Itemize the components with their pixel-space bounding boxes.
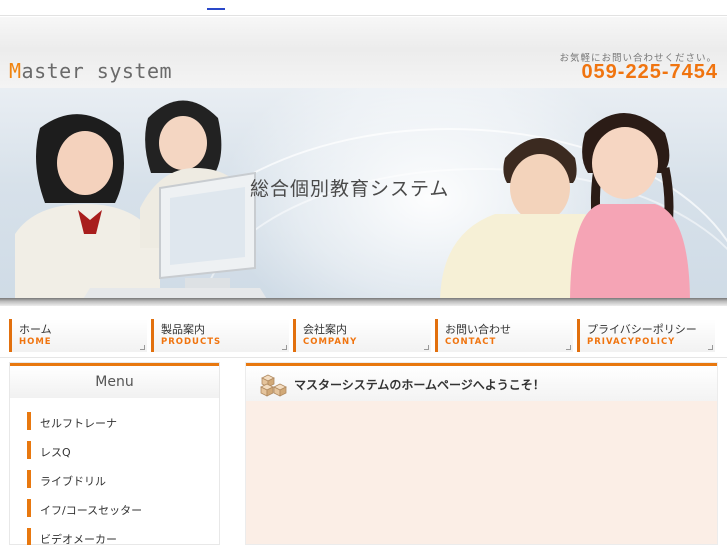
nav-label-en: PRIVACYPOLICY xyxy=(587,337,676,347)
site-header: Master system お気軽にお問い合わせください。 059-225-74… xyxy=(0,17,727,88)
nav-item-privacy[interactable]: プライバシーポリシー PRIVACYPOLICY xyxy=(577,319,715,352)
nav-label-jp: ホーム xyxy=(19,323,52,336)
sidebar-item-video-maker[interactable]: ビデオメーカー xyxy=(27,528,207,545)
main-title: マスターシステムのホームページへようこそ！ xyxy=(294,378,545,392)
hero-banner: 総合個別教育システム xyxy=(0,88,727,304)
hero-shadow xyxy=(0,298,727,306)
nav-label-jp: お問い合わせ xyxy=(445,323,511,336)
sidebar-menu: Menu セルフトレーナ レスQ ライブドリル イフ/コースセッター ビデオメー… xyxy=(9,362,220,545)
nav-label-jp: 会社案内 xyxy=(303,323,347,336)
nav-item-contact[interactable]: お問い合わせ CONTACT xyxy=(435,319,573,352)
nav-item-home[interactable]: ホーム HOME xyxy=(9,319,147,352)
logo-text: aster system xyxy=(21,59,173,83)
menu-bullet-icon xyxy=(27,470,31,488)
logo-initial: M xyxy=(9,59,22,83)
sidebar-item-label: セルフトレーナ xyxy=(40,417,117,430)
corner-mark-icon xyxy=(140,345,145,350)
main-header: マスターシステムのホームページへようこそ！ xyxy=(246,363,717,401)
sidebar-item-label: イフ/コースセッター xyxy=(40,504,143,517)
site-logo[interactable]: Master system xyxy=(9,59,172,83)
menu-title: Menu xyxy=(95,374,134,390)
nav-item-products[interactable]: 製品案内 PRODUCTS xyxy=(151,319,289,352)
main-nav: ホーム HOME 製品案内 PRODUCTS 会社案内 COMPANY お問い合… xyxy=(0,313,727,358)
nav-label-en: COMPANY xyxy=(303,337,358,347)
sidebar-item-course-setter[interactable]: イフ/コースセッター xyxy=(27,499,207,517)
corner-mark-icon xyxy=(282,345,287,350)
menu-bullet-icon xyxy=(27,528,31,545)
sidebar-item-resq[interactable]: レスQ xyxy=(27,441,207,459)
nav-item-company[interactable]: 会社案内 COMPANY xyxy=(293,319,431,352)
sidebar-item-label: ライブドリル xyxy=(40,475,106,488)
corner-mark-icon xyxy=(566,345,571,350)
sidebar-item-self-trainer[interactable]: セルフトレーナ xyxy=(27,412,207,430)
nav-label-jp: プライバシーポリシー xyxy=(587,323,697,336)
phone-number: 059-225-7454 xyxy=(581,61,718,83)
main-content: マスターシステムのホームページへようこそ！ xyxy=(245,362,718,545)
sidebar-item-label: ビデオメーカー xyxy=(40,533,117,545)
sidebar-item-label: レスQ xyxy=(40,446,71,459)
menu-bullet-icon xyxy=(27,441,31,459)
student-girl-right xyxy=(570,113,690,304)
top-link[interactable] xyxy=(207,8,225,10)
menu-bullet-icon xyxy=(27,412,31,430)
menu-header: Menu xyxy=(10,363,219,398)
boxes-icon xyxy=(260,374,287,397)
nav-label-en: PRODUCTS xyxy=(161,337,222,347)
nav-label-en: CONTACT xyxy=(445,337,497,347)
student-girl-left xyxy=(15,114,160,304)
menu-bullet-icon xyxy=(27,499,31,517)
corner-mark-icon xyxy=(708,345,713,350)
top-bar xyxy=(0,0,727,16)
corner-mark-icon xyxy=(424,345,429,350)
sidebar-item-live-drill[interactable]: ライブドリル xyxy=(27,470,207,488)
nav-label-jp: 製品案内 xyxy=(161,323,205,336)
hero-caption: 総合個別教育システム xyxy=(250,178,450,200)
nav-label-en: HOME xyxy=(19,337,52,347)
